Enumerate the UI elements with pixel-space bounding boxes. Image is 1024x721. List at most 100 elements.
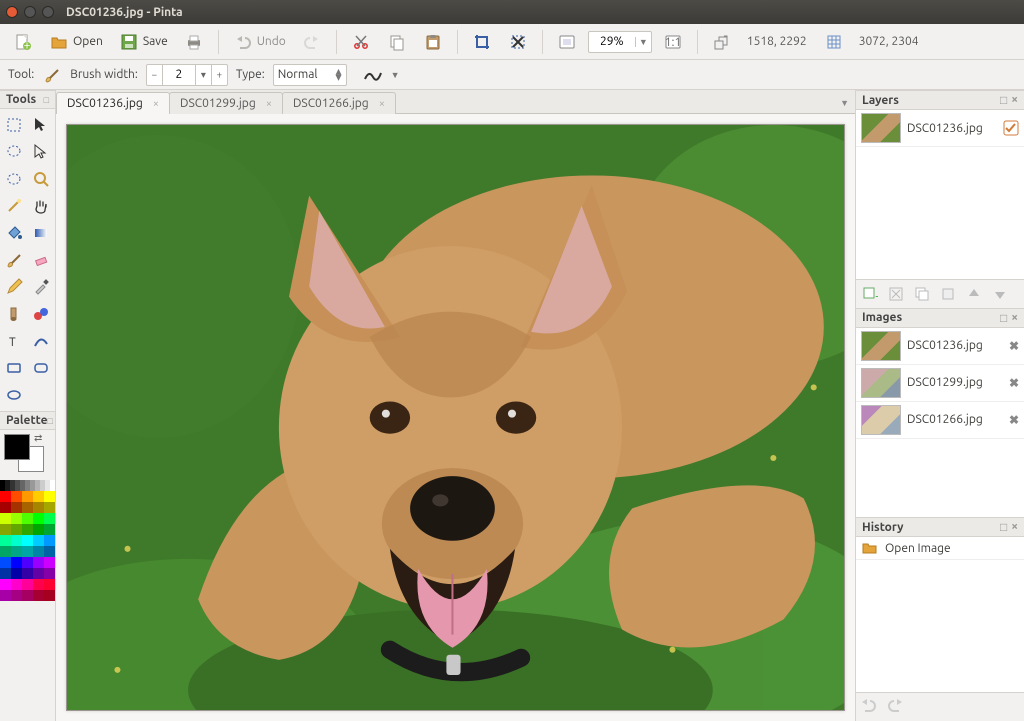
crop-button[interactable] <box>467 29 497 55</box>
visibility-checkbox[interactable] <box>1003 120 1019 136</box>
close-icon[interactable]: × <box>379 98 385 110</box>
palette-color[interactable] <box>33 546 44 557</box>
bucket-tool[interactable] <box>2 221 26 245</box>
image-row[interactable]: DSC01299.jpg ✖ <box>856 365 1024 402</box>
palette-color[interactable] <box>22 557 33 568</box>
freeform-tool[interactable] <box>29 383 53 407</box>
magic-wand-tool[interactable] <box>2 194 26 218</box>
panel-close-icon[interactable]: × <box>1011 311 1018 325</box>
palette-color[interactable] <box>0 535 11 546</box>
canvas-size-button[interactable] <box>819 29 849 55</box>
palette-color[interactable] <box>0 546 11 557</box>
palette-color[interactable] <box>0 590 11 601</box>
palette-color[interactable] <box>11 524 22 535</box>
redo-button[interactable] <box>297 29 327 55</box>
open-button[interactable]: Open <box>44 29 108 55</box>
brush-width-dropdown[interactable]: ▾ <box>195 65 211 85</box>
brush-width-value[interactable] <box>163 68 195 81</box>
palette-color[interactable] <box>44 502 55 513</box>
close-icon[interactable]: × <box>266 98 272 110</box>
duplicate-layer-button[interactable] <box>912 284 932 304</box>
palette-color[interactable] <box>11 568 22 579</box>
palette-color[interactable] <box>33 502 44 513</box>
palette-color[interactable] <box>44 513 55 524</box>
palette-color[interactable] <box>11 579 22 590</box>
zoom-input[interactable]: ▼ <box>588 31 652 53</box>
decrement-button[interactable]: − <box>147 65 163 85</box>
palette-color[interactable] <box>44 546 55 557</box>
palette-color[interactable] <box>33 557 44 568</box>
palette-color[interactable] <box>0 557 11 568</box>
palette-color[interactable] <box>44 568 55 579</box>
brush-type-select[interactable]: Normal ▴▾ <box>273 64 347 86</box>
move-down-button[interactable] <box>990 284 1010 304</box>
palette-color[interactable] <box>0 579 11 590</box>
palette-color[interactable] <box>0 524 11 535</box>
zoom-fit-button[interactable] <box>552 29 582 55</box>
panel-detach-icon[interactable]: □ <box>1000 520 1007 534</box>
palette-color[interactable] <box>44 557 55 568</box>
palette-color[interactable] <box>22 491 33 502</box>
palette-color[interactable] <box>44 590 55 601</box>
palette-color[interactable] <box>44 491 55 502</box>
palette-color[interactable] <box>0 513 11 524</box>
undo-button[interactable]: Undo <box>228 29 291 55</box>
gradient-tool[interactable] <box>29 221 53 245</box>
panel-detach-icon[interactable]: □ <box>1000 93 1007 107</box>
palette-color[interactable] <box>22 535 33 546</box>
panel-collapse-icon[interactable]: □ <box>48 416 53 426</box>
palette-grid[interactable] <box>0 480 55 721</box>
palette-color[interactable] <box>44 524 55 535</box>
history-row[interactable]: Open Image <box>856 537 1024 560</box>
delete-layer-button[interactable] <box>886 284 906 304</box>
history-redo-button[interactable] <box>888 697 908 717</box>
zoom-value-field[interactable] <box>589 35 635 48</box>
palette-color[interactable] <box>33 568 44 579</box>
foreground-color[interactable] <box>4 434 30 460</box>
palette-color[interactable] <box>22 502 33 513</box>
close-image-button[interactable]: ✖ <box>1009 339 1019 353</box>
stroke-style-button[interactable] <box>363 65 383 85</box>
palette-color[interactable] <box>22 579 33 590</box>
pan-tool[interactable] <box>29 194 53 218</box>
history-undo-button[interactable] <box>860 697 880 717</box>
image-row[interactable]: DSC01266.jpg ✖ <box>856 402 1024 439</box>
palette-color[interactable] <box>22 590 33 601</box>
rounded-rect-tool[interactable] <box>29 356 53 380</box>
lasso-tool[interactable] <box>2 140 26 164</box>
move-pixels-tool[interactable] <box>29 140 53 164</box>
increment-button[interactable]: + <box>211 65 227 85</box>
canvas-viewport[interactable] <box>56 114 855 721</box>
window-close-button[interactable] <box>6 6 18 18</box>
resize-image-button[interactable] <box>707 29 737 55</box>
cut-button[interactable] <box>346 29 376 55</box>
deselect-button[interactable] <box>503 29 533 55</box>
palette-color[interactable] <box>0 568 11 579</box>
canvas[interactable] <box>66 124 845 711</box>
clone-tool[interactable] <box>2 302 26 326</box>
window-maximize-button[interactable] <box>42 6 54 18</box>
tab-dsc01299[interactable]: DSC01299.jpg× <box>169 92 283 114</box>
paste-button[interactable] <box>418 29 448 55</box>
line-tool[interactable] <box>29 329 53 353</box>
stroke-style-dropdown[interactable]: ▼ <box>391 70 400 80</box>
close-icon[interactable]: × <box>153 98 159 110</box>
layer-row[interactable]: DSC01236.jpg <box>856 110 1024 147</box>
palette-color[interactable] <box>11 513 22 524</box>
window-minimize-button[interactable] <box>24 6 36 18</box>
palette-color[interactable] <box>22 513 33 524</box>
zoom-actual-button[interactable]: 1:1 <box>658 29 688 55</box>
palette-color[interactable] <box>11 546 22 557</box>
palette-color[interactable] <box>0 502 11 513</box>
palette-color[interactable] <box>33 491 44 502</box>
add-layer-button[interactable]: + <box>860 284 880 304</box>
rect-select-tool[interactable] <box>2 113 26 137</box>
palette-color[interactable] <box>11 535 22 546</box>
image-row[interactable]: DSC01236.jpg ✖ <box>856 328 1024 365</box>
panel-close-icon[interactable]: × <box>1011 520 1018 534</box>
tab-dsc01266[interactable]: DSC01266.jpg× <box>282 92 396 114</box>
move-up-button[interactable] <box>964 284 984 304</box>
palette-color[interactable] <box>33 535 44 546</box>
rectangle-tool[interactable] <box>2 356 26 380</box>
panel-collapse-icon[interactable]: □ <box>44 95 49 105</box>
